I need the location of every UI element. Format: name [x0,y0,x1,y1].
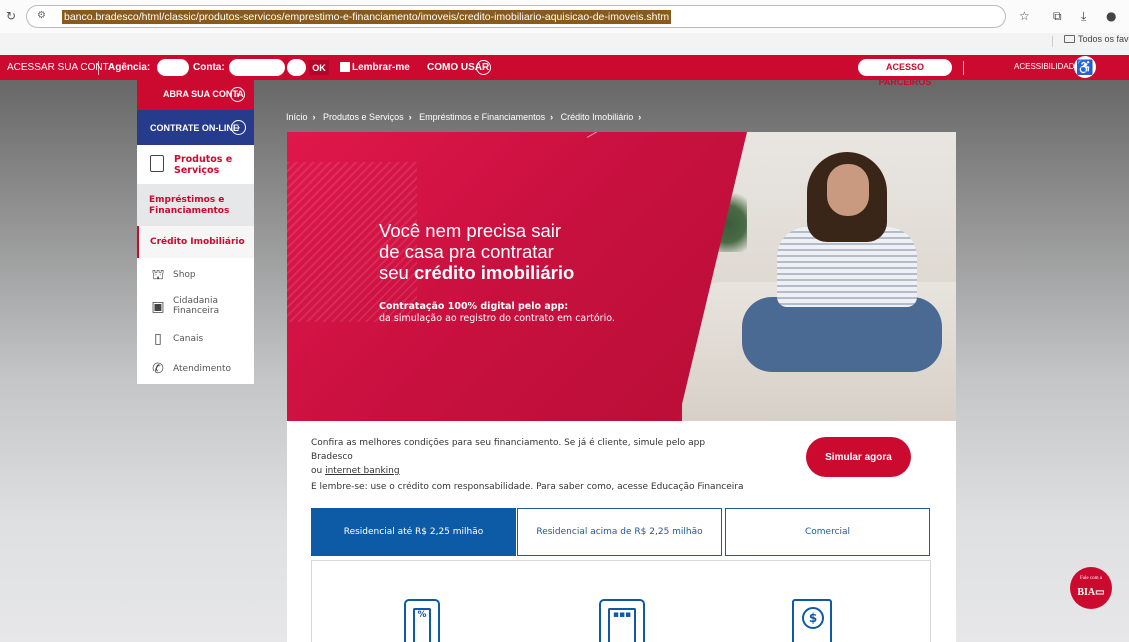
folder-icon [1064,35,1075,43]
mobile-icon: ▯ [154,331,162,347]
accessibility-link[interactable]: ACESSIBILIDADE [1014,62,1080,71]
top-bar: ACESSAR SUA CONTA Agência: Conta: OK Lem… [0,55,1129,87]
breadcrumb-item[interactable]: Crédito Imobiliário [561,112,634,122]
banner-headline: Você nem precisa sair de casa pra contra… [379,220,679,283]
bookmark-separator [1052,36,1053,47]
agency-label: Agência: [108,62,151,73]
tab-residential-up-to[interactable]: Residencial até R$ 2,25 milhão [311,508,516,556]
account-digit-input[interactable] [287,59,306,76]
menu-credit-real-estate[interactable]: Crédito Imobiliário [137,226,254,258]
bookmarks-all[interactable]: Todos os favoritos [1064,34,1129,48]
chevron-right-icon: › [408,112,412,122]
url-text[interactable]: banco.bradesco/html/classic/produtos-ser… [62,10,672,24]
phone-icon: ✆ [152,361,164,377]
woman-image [742,297,942,372]
reload-icon[interactable]: ↻ [6,9,16,23]
internet-banking-link[interactable]: internet banking [325,466,400,476]
intro-text: Confira as melhores condições para seu f… [311,438,706,462]
account-input[interactable] [229,59,285,76]
accessibility-icon[interactable]: ♿ [1074,56,1096,78]
shopping-bag-icon: ⛫ [151,267,165,283]
breadcrumb-item[interactable]: Início [286,112,308,122]
tab-residential-above[interactable]: Residencial acima de R$ 2,25 milhão [517,508,722,556]
headline-line: de casa pra contratar [379,241,554,262]
chevron-right-icon: › [638,112,642,122]
hero-banner: Você nem precisa sair de casa pra contra… [287,132,956,421]
chevron-right-icon: › [230,87,245,102]
calendar-icon: ▪▪▪ [599,599,645,642]
loans-label: Empréstimos e Financiamentos [149,195,230,216]
payment-icon: $ [792,599,832,642]
woman-image [827,164,869,216]
breadcrumb-item[interactable]: Produtos e Serviços [323,112,404,122]
menu-item-label: Canais [173,334,204,344]
menu-item-label: Shop [173,270,196,280]
headline-bold: crédito imobiliário [413,262,575,283]
breadcrumb-item[interactable]: Empréstimos e Financiamentos [419,112,545,122]
extensions-icon[interactable]: ⧉ [1053,9,1062,24]
products-icon [150,155,164,172]
address-bar[interactable]: ⚙ banco.bradesco/html/classic/produtos-s… [26,5,1006,28]
intro-or: ou [311,466,326,476]
bookmarks-label: Todos os favoritos [1078,34,1129,44]
contract-online-label: CONTRATE ON-LINE [150,123,239,133]
headline-prefix: seu [379,262,414,283]
financing-tabs: Residencial até R$ 2,25 milhão Residenci… [311,508,931,556]
menu-shop[interactable]: ⛫ Shop [137,260,254,292]
calculator-icon: % [404,599,440,642]
divider [963,61,964,75]
bookmark-star-icon[interactable]: ☆ [1019,9,1030,23]
page: ACESSAR SUA CONTA Agência: Conta: OK Lem… [0,55,1129,642]
site-info-icon[interactable]: ⚙ [37,10,46,21]
menu-item-label: Atendimento [173,364,232,374]
credit-label: Crédito Imobiliário [150,237,245,247]
subtitle-normal: da simulação ao registro do contrato em … [379,313,615,324]
profile-icon[interactable]: ● [1106,9,1116,23]
chat-bubble-icon: ▭ [1095,587,1105,598]
subtitle-bold: Contratação 100% digital pelo app: [379,301,569,312]
agency-input[interactable] [157,59,189,76]
remember-checkbox[interactable] [340,62,350,72]
headline-line: seu crédito imobiliário [379,262,679,283]
menu-loans[interactable]: Empréstimos e Financiamentos [137,184,254,226]
menu-service[interactable]: ✆ Atendimento [137,354,254,386]
account-label: Conta: [193,62,225,73]
breadcrumb: Início › Produtos e Serviços › Empréstimos… [286,112,646,122]
simulate-button[interactable]: Simular agora [806,437,911,477]
open-account-button[interactable]: ABRA SUA CONTA › [137,80,254,110]
headline-line: Você nem precisa sair [379,220,562,241]
download-icon[interactable]: ⤓ [1081,9,1086,24]
side-menu: ABRA SUA CONTA › CONTRATE ON-LINE › Prod… [137,80,254,384]
main-content: Confira as melhores condições para seu f… [287,421,956,642]
chevron-right-icon[interactable]: › [476,60,491,75]
menu-products[interactable]: Produtos e Serviços [137,145,254,184]
tab-commercial[interactable]: Comercial [725,508,930,556]
ok-button[interactable]: OK [309,60,329,75]
products-label: Produtos e Serviços [174,154,233,176]
reminder-paragraph: E lembre-se: use o crédito com responsab… [311,482,744,492]
menu-channels[interactable]: ▯ Canais [137,324,254,356]
chat-small-label: Fale com a [1080,576,1102,581]
chat-big-label: BIA [1077,587,1096,598]
tab-panel: % ▪▪▪ $ [311,560,931,642]
chat-bia-button[interactable]: Fale com a BIA▭ [1070,567,1112,609]
contract-online-button[interactable]: CONTRATE ON-LINE › [137,110,254,145]
divider [98,61,99,75]
financial-doc-icon: ▣ [151,299,165,315]
intro-paragraph: Confira as melhores condições para seu f… [311,436,731,478]
menu-item-label: Cidadania Financeira [173,296,220,316]
chevron-right-icon: › [312,112,316,122]
remember-label: Lembrar-me [352,62,410,73]
banner-subtitle: Contratação 100% digital pelo app: da si… [379,301,679,325]
chevron-right-icon: › [550,112,554,122]
browser-toolbar: ↻ ⚙ banco.bradesco/html/classic/produtos… [0,0,1129,33]
chevron-right-icon: › [231,120,246,135]
partners-button[interactable]: ACESSO PARCEIROS [858,59,952,87]
menu-financial-citizenship[interactable]: ▣ Cidadania Financeira [137,292,254,324]
